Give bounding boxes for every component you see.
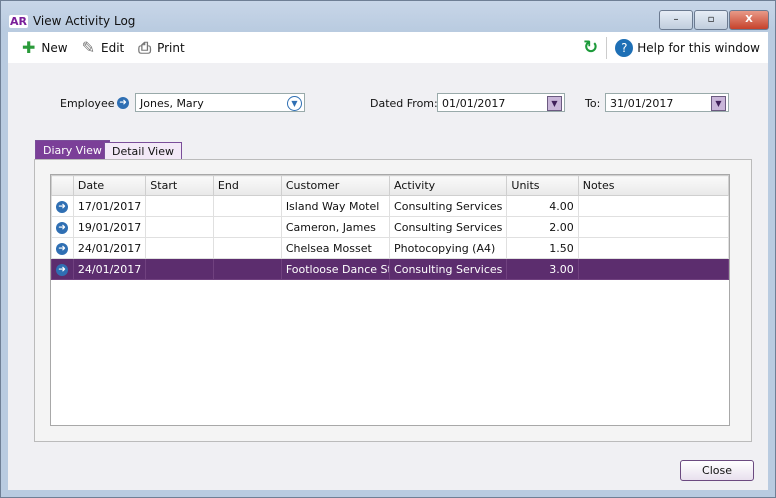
tab-detail-view[interactable]: Detail View: [104, 142, 183, 160]
column-header-units[interactable]: Units: [506, 175, 579, 196]
table-cell: Chelsea Mosset: [280, 237, 391, 259]
dated-to-field[interactable]: 31/01/2017 ▼: [605, 93, 729, 112]
edit-button[interactable]: ✎ Edit: [82, 38, 125, 57]
table-row[interactable]: ➜ 24/01/2017 Footloose Dance Stu Consulting…: [51, 258, 730, 280]
printer-icon: ⎙: [138, 37, 152, 57]
diary-panel: Date Start End Customer Activity Units N…: [34, 159, 752, 442]
table-cell: [577, 216, 730, 238]
row-arrow[interactable]: ➜: [51, 258, 74, 280]
chevron-down-icon[interactable]: ▼: [287, 96, 302, 111]
column-header-activity[interactable]: Activity: [389, 175, 508, 196]
maximize-button[interactable]: ▫: [694, 10, 728, 30]
arrow-right-icon: ➜: [56, 264, 68, 276]
close-button[interactable]: Close: [680, 460, 754, 481]
table-row[interactable]: ➜ 19/01/2017 Cameron, James Consulting Serv…: [51, 216, 730, 238]
print-button[interactable]: ⎙ Print: [138, 38, 184, 58]
table-cell: 1.50: [506, 237, 579, 259]
table-cell: Consulting Services: [389, 195, 508, 217]
table-cell: [577, 237, 730, 259]
table-cell: 24/01/2017: [72, 258, 147, 280]
table-cell: 2.00: [506, 216, 579, 238]
activity-table: Date Start End Customer Activity Units N…: [50, 174, 730, 426]
table-cell: [212, 216, 282, 238]
window: AR View Activity Log – ▫ X ✚ New ✎ Edit ⎙ P…: [0, 0, 776, 498]
employee-arrow-icon[interactable]: ➜: [117, 97, 129, 109]
dated-from-label: Dated From:: [370, 97, 438, 110]
chevron-down-icon[interactable]: ▼: [547, 96, 562, 111]
refresh-icon[interactable]: ↻: [583, 37, 598, 58]
table-cell: [145, 258, 214, 280]
table-cell: 4.00: [506, 195, 579, 217]
table-cell: 17/01/2017: [72, 195, 147, 217]
table-cell: [212, 237, 282, 259]
new-button[interactable]: ✚ New: [22, 38, 68, 57]
table-cell: Island Way Motel: [280, 195, 391, 217]
table-cell: [577, 195, 730, 217]
table-row[interactable]: ➜ 17/01/2017 Island Way Motel Consulting Se…: [51, 195, 730, 217]
employee-label: Employee: [60, 97, 115, 110]
pencil-icon: ✎: [81, 38, 95, 57]
table-row[interactable]: ➜ 24/01/2017 Chelsea Mosset Photocopying (A…: [51, 237, 730, 259]
row-arrow[interactable]: ➜: [51, 216, 74, 238]
row-arrow[interactable]: ➜: [51, 237, 74, 259]
plus-icon: ✚: [22, 38, 36, 57]
table-cell: [577, 258, 730, 280]
column-header-notes[interactable]: Notes: [577, 175, 730, 196]
chevron-down-icon[interactable]: ▼: [711, 96, 726, 111]
dated-from-field[interactable]: 01/01/2017 ▼: [437, 93, 565, 112]
column-header: [51, 175, 74, 196]
close-window-button[interactable]: X: [729, 10, 769, 30]
table-cell: Consulting Services: [389, 216, 508, 238]
table-cell: 3.00: [506, 258, 579, 280]
table-cell: Photocopying (A4): [389, 237, 508, 259]
table-cell: [212, 195, 282, 217]
table-cell: [145, 195, 214, 217]
table-cell: Footloose Dance Stu: [280, 258, 391, 280]
column-header-date[interactable]: Date: [72, 175, 147, 196]
table-cell: 24/01/2017: [72, 237, 147, 259]
arrow-right-icon: ➜: [56, 201, 68, 213]
arrow-right-icon: ➜: [56, 243, 68, 255]
employee-field[interactable]: Jones, Mary ▼: [135, 93, 305, 112]
table-cell: [212, 258, 282, 280]
table-cell: Consulting Services: [389, 258, 508, 280]
column-header-end[interactable]: End: [212, 175, 282, 196]
column-header-start[interactable]: Start: [145, 175, 214, 196]
minimize-button[interactable]: –: [659, 10, 693, 30]
tab-diary-view[interactable]: Diary View: [35, 140, 110, 161]
toolbar: ✚ New ✎ Edit ⎙ Print ↻ ? Help for this windo…: [8, 32, 768, 63]
table-cell: [145, 216, 214, 238]
table-cell: Cameron, James: [280, 216, 391, 238]
table-cell: 19/01/2017: [72, 216, 147, 238]
row-arrow[interactable]: ➜: [51, 195, 74, 217]
app-logo: AR: [9, 14, 28, 28]
window-title: View Activity Log: [32, 14, 136, 28]
help-icon: ?: [615, 38, 634, 57]
table-cell: [145, 237, 214, 259]
column-header-customer[interactable]: Customer: [280, 175, 391, 196]
to-label: To:: [585, 97, 601, 110]
title-bar: AR View Activity Log: [9, 9, 135, 33]
help-button[interactable]: ? Help for this window: [615, 38, 760, 57]
arrow-right-icon: ➜: [56, 222, 68, 234]
